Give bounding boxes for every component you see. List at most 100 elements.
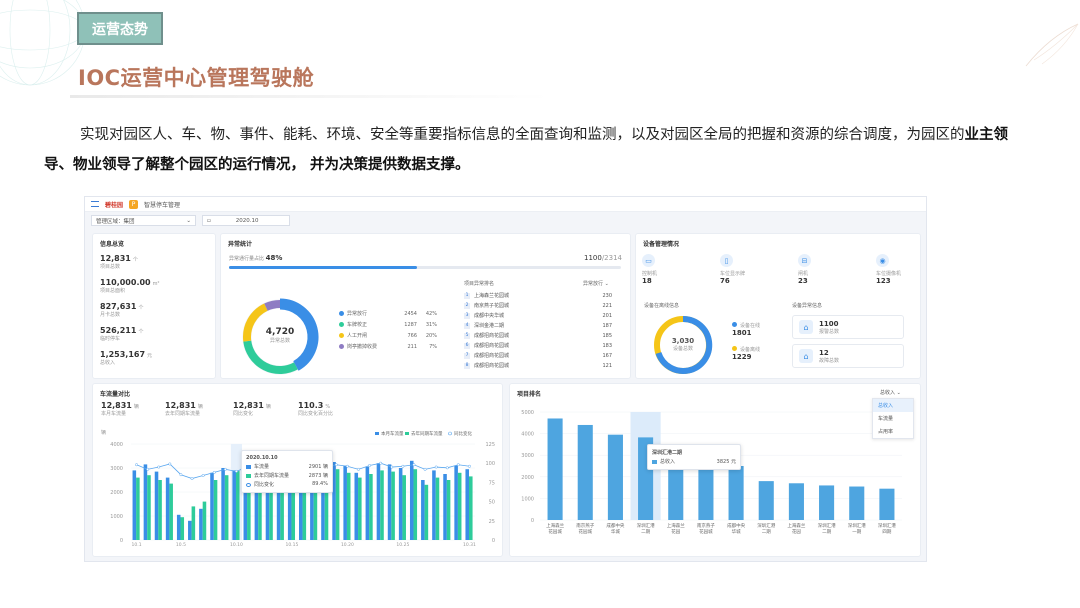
x-tick-label: 四期	[882, 529, 891, 535]
legend-name: 异常放行	[347, 311, 368, 317]
bar-lastyear	[457, 472, 462, 540]
device-item: ▯ 车位显示牌 76	[720, 254, 760, 285]
traffic-stat-label: 去年同期车流量	[165, 411, 201, 417]
rank-row[interactable]: 4 深圳金港二期 187	[464, 322, 612, 329]
month-select[interactable]: ▫ 2020.10	[202, 215, 290, 226]
bar-current	[221, 468, 225, 540]
rank-name: 上海森兰花园城	[474, 293, 510, 299]
traffic-stat-value: 12,831	[233, 401, 264, 410]
x-tick-label: 华城	[732, 528, 741, 535]
abnormal-pass-pct: 48%	[265, 254, 283, 262]
region-select[interactable]: 管理区域：集团 ⌄	[91, 215, 196, 226]
ranking-bar	[788, 483, 804, 520]
bar-current	[421, 480, 425, 540]
y-tick-label: 1000	[521, 496, 534, 502]
donut-slice	[264, 300, 281, 311]
x-tick-label: 上海森兰	[787, 522, 805, 529]
device-label: 控制机	[642, 271, 658, 277]
rank-row[interactable]: 2 南京燕子花园城 221	[464, 302, 612, 309]
rank-value: 187	[602, 322, 612, 329]
bar-current	[365, 466, 370, 540]
line-point	[234, 469, 238, 473]
bar-lastyear	[180, 517, 185, 540]
bar-current	[165, 477, 170, 540]
description-text: 实现对园区人、车、物、事件、能耗、环境、安全等重要指标信息的全面查询和监测，以及…	[80, 127, 965, 143]
info-unit: 元	[147, 353, 153, 359]
ranking-bar	[819, 485, 835, 520]
line-point	[412, 463, 416, 467]
traffic-stat-value: 110.3	[298, 401, 324, 410]
ranking-select[interactable]: 总收入 ⌄	[880, 389, 901, 396]
online-title: 设备在离线信息	[644, 303, 680, 309]
line-point	[201, 474, 205, 477]
x-tick-label: 二期	[762, 529, 771, 535]
alarm-box: ⌂ 1100 报警总数	[792, 315, 904, 339]
bar-lastyear	[346, 472, 351, 540]
traffic-stat: 12,831 辆本月车流量	[101, 401, 139, 417]
rank-row[interactable]: 5 成都招商花园城 185	[464, 332, 612, 339]
line-point	[401, 464, 405, 468]
bar-current	[432, 470, 436, 540]
dropdown-option[interactable]: 车流量	[873, 412, 913, 425]
device-value: 76	[720, 277, 730, 285]
traffic-stat: 110.3% 同比变化百分比	[298, 401, 333, 417]
abnormal-pass-count: 1100/2314	[583, 254, 622, 262]
rank-number: 5	[464, 332, 470, 339]
dropdown-option[interactable]: 总收入	[873, 399, 913, 412]
y2-tick-label: 50	[489, 500, 495, 506]
y-unit-label: 辆	[101, 429, 106, 436]
y2-tick-label: 75	[489, 480, 495, 486]
monitor-icon: ▭	[642, 254, 655, 267]
rank-row[interactable]: 8 成都招商花园城 121	[464, 362, 612, 369]
device-abn-title: 设备异常信息	[792, 303, 823, 309]
legend-count: 766	[407, 332, 417, 339]
x-tick-label: 成都中央	[727, 522, 745, 529]
ranking-bar	[607, 434, 623, 520]
bar-lastyear	[202, 501, 207, 540]
bar-current	[232, 470, 236, 540]
x-tick-label: 深圳汇港	[818, 522, 836, 529]
x-tick-label: 10.1	[132, 542, 142, 548]
tooltip-row: 去年同期车流量 2873 辆	[246, 472, 328, 479]
device-label: 闸机	[798, 271, 809, 277]
info-unit: 个	[138, 329, 144, 335]
brand-logo: 碧桂园	[105, 201, 124, 209]
bar-current	[409, 460, 414, 540]
bar-current	[465, 469, 470, 540]
dropdown-option[interactable]: 占用率	[873, 425, 913, 438]
legend-pct: 20%	[425, 332, 437, 339]
app-name: 智慧停车管理	[144, 201, 181, 209]
tooltip-row: 同比变化 89.4%	[246, 481, 328, 488]
rank-sort-select[interactable]: 异常放行 ⌄	[583, 280, 609, 287]
y-tick-label: 4000	[521, 432, 534, 438]
y-tick-label: 2000	[110, 490, 123, 496]
rank-row[interactable]: 6 成都招商花园城 183	[464, 342, 612, 349]
rank-row[interactable]: 3 成都中央华城 201	[464, 312, 612, 319]
line-point	[345, 464, 349, 468]
offline-stat: 设备离线 1229	[732, 346, 761, 361]
donut-slice	[243, 340, 298, 374]
month-select-value: 2020.10	[235, 217, 259, 224]
line-point	[379, 461, 383, 465]
x-tick-label: 深圳汇港	[637, 522, 655, 529]
chevron-down-icon: ⌄	[186, 217, 191, 224]
online-total-label: 设备总数	[672, 346, 693, 352]
device-value: 23	[798, 277, 808, 285]
abnormal-legend-row: 异常放行 2454 42%	[339, 310, 437, 317]
bar-lastyear	[224, 475, 229, 540]
x-tick-label: 10.10	[230, 542, 243, 548]
device-card: 设备管理情况 设备在离线信息 3,030 设备总数 设备在线 1801 设备离线 1…	[635, 233, 921, 379]
slide-title: IOC运营中心管理驾驶舱	[78, 66, 315, 90]
bar-lastyear	[435, 477, 440, 540]
menu-icon[interactable]	[91, 201, 99, 207]
rank-row[interactable]: 1 上海森兰花园城 230	[464, 292, 612, 299]
tooltip-date: 2020.10.10	[246, 455, 278, 461]
rank-title: 项目异常排名	[464, 281, 495, 287]
x-tick-label: 花园城	[548, 528, 562, 535]
ranking-chart: 010002000300040005000上海森兰花园城南京燕子花园城成都中央华…	[521, 410, 902, 535]
traffic-card-title: 车流量对比	[100, 391, 131, 398]
y-tick-label: 1000	[110, 514, 123, 520]
rank-row[interactable]: 7 成都招商花园城 167	[464, 352, 612, 359]
bar-lastyear	[446, 480, 451, 540]
info-label: 总收入	[100, 360, 116, 366]
